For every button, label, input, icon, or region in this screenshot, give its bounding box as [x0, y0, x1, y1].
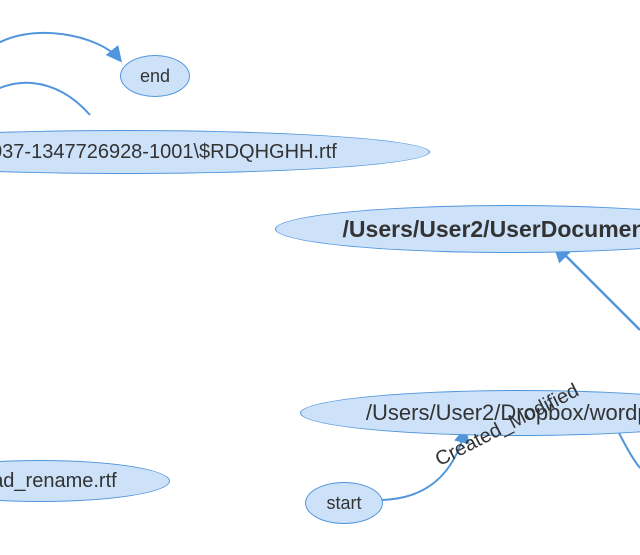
node-recycle-rtf[interactable]: 4222170037-1347726928-1001\$RDQHGHH.rtf	[0, 130, 430, 174]
node-recycle-rtf-label: 4222170037-1347726928-1001\$RDQHGHH.rtf	[0, 141, 337, 164]
node-userdoc[interactable]: /Users/User2/UserDocument/w	[275, 205, 640, 253]
node-start-label: start	[326, 493, 361, 514]
node-rename-rtf-label: rdpad_rename.rtf	[0, 470, 117, 493]
node-start[interactable]: start	[305, 482, 383, 524]
node-end-label: end	[140, 66, 170, 87]
node-userdoc-label: /Users/User2/UserDocument/w	[343, 216, 640, 243]
edge-arc-left	[0, 83, 90, 115]
node-dropbox[interactable]: /Users/User2/Dropbox/wordpad	[300, 390, 640, 436]
edge-into-userdoc	[555, 245, 640, 330]
graph-diagram: end 4222170037-1347726928-1001\$RDQHGHH.…	[0, 0, 640, 555]
node-end[interactable]: end	[120, 55, 190, 97]
edge-top-left	[0, 33, 120, 60]
node-rename-rtf[interactable]: rdpad_rename.rtf	[0, 460, 170, 502]
